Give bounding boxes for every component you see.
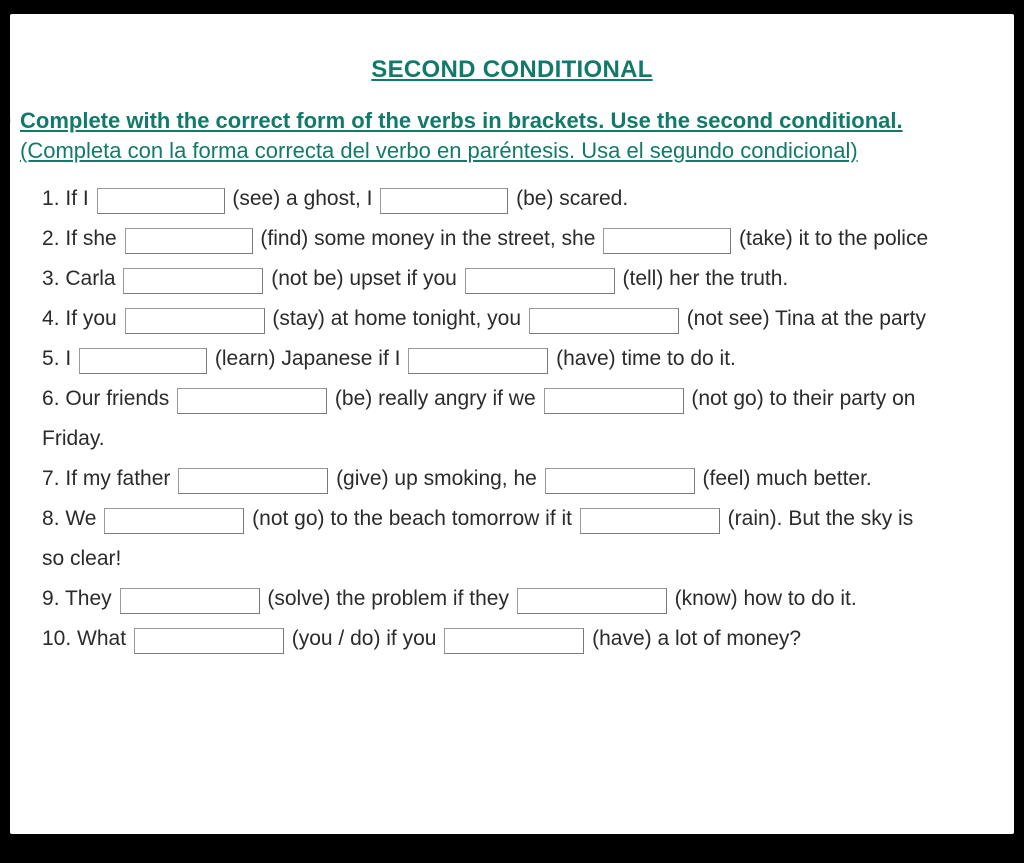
blank-input[interactable] bbox=[104, 508, 244, 534]
blank-input[interactable] bbox=[444, 628, 584, 654]
text: (learn) Japanese if I bbox=[209, 347, 406, 370]
text: What bbox=[77, 627, 132, 650]
blank-input[interactable] bbox=[380, 188, 508, 214]
question-7: If my father (give) up smoking, he (feel… bbox=[38, 459, 1010, 499]
text: (not see) Tina at the party bbox=[681, 307, 926, 330]
text: (not be) upset if you bbox=[265, 267, 462, 290]
blank-input[interactable] bbox=[580, 508, 720, 534]
blank-input[interactable] bbox=[178, 468, 328, 494]
text: (see) a ghost, I bbox=[227, 187, 379, 210]
text: (rain). But the sky is bbox=[722, 507, 913, 530]
blank-input[interactable] bbox=[603, 228, 731, 254]
text: (find) some money in the street, she bbox=[255, 227, 602, 250]
text: (feel) much better. bbox=[697, 467, 872, 490]
page-title: SECOND CONDITIONAL bbox=[10, 56, 1014, 84]
text: (you / do) if you bbox=[286, 627, 442, 650]
text: If I bbox=[65, 187, 94, 210]
text: (be) scared. bbox=[510, 187, 628, 210]
blank-input[interactable] bbox=[545, 468, 695, 494]
question-10: What (you / do) if you (have) a lot of m… bbox=[38, 619, 1010, 659]
blank-input[interactable] bbox=[123, 268, 263, 294]
text: Friday. bbox=[42, 427, 105, 450]
text: (be) really angry if we bbox=[329, 387, 541, 410]
text: (have) a lot of money? bbox=[586, 627, 801, 650]
blank-input[interactable] bbox=[134, 628, 284, 654]
blank-input[interactable] bbox=[408, 348, 548, 374]
blank-input[interactable] bbox=[177, 388, 327, 414]
blank-input[interactable] bbox=[125, 308, 265, 334]
text: If you bbox=[65, 307, 122, 330]
text: (tell) her the truth. bbox=[617, 267, 789, 290]
bullet-icon: ) bbox=[10, 106, 11, 132]
text: (give) up smoking, he bbox=[330, 467, 542, 490]
text: I bbox=[65, 347, 77, 370]
question-3: Carla (not be) upset if you (tell) her t… bbox=[38, 259, 1010, 299]
blank-input[interactable] bbox=[544, 388, 684, 414]
text: (not go) to their party on bbox=[686, 387, 916, 410]
text: (stay) at home tonight, you bbox=[267, 307, 527, 330]
text: If she bbox=[65, 227, 122, 250]
text: If my father bbox=[65, 467, 176, 490]
blank-input[interactable] bbox=[529, 308, 679, 334]
question-1: If I (see) a ghost, I (be) scared. bbox=[38, 179, 1010, 219]
question-6: Our friends (be) really angry if we (not… bbox=[38, 379, 1010, 459]
blank-input[interactable] bbox=[79, 348, 207, 374]
instructions-paren: (Completa con la forma correcta del verb… bbox=[20, 138, 858, 163]
blank-input[interactable] bbox=[517, 588, 667, 614]
text: (have) time to do it. bbox=[550, 347, 736, 370]
blank-input[interactable] bbox=[120, 588, 260, 614]
worksheet-content: SECOND CONDITIONAL ) Complete with the c… bbox=[10, 56, 1014, 659]
text: They bbox=[65, 587, 118, 610]
text: so clear! bbox=[42, 547, 121, 570]
question-9: They (solve) the problem if they (know) … bbox=[38, 579, 1010, 619]
text: (take) it to the police bbox=[733, 227, 928, 250]
blank-input[interactable] bbox=[97, 188, 225, 214]
instructions-text: Complete with the correct form of the ve… bbox=[20, 106, 1006, 165]
question-8: We (not go) to the beach tomorrow if it … bbox=[38, 499, 1010, 579]
blank-input[interactable] bbox=[125, 228, 253, 254]
text: (solve) the problem if they bbox=[262, 587, 515, 610]
question-2: If she (find) some money in the street, … bbox=[38, 219, 1010, 259]
worksheet-page: SECOND CONDITIONAL ) Complete with the c… bbox=[10, 14, 1014, 834]
text: (know) how to do it. bbox=[669, 587, 857, 610]
question-4: If you (stay) at home tonight, you (not … bbox=[38, 299, 1010, 339]
text: Our friends bbox=[65, 387, 175, 410]
questions-list: If I (see) a ghost, I (be) scared. If sh… bbox=[10, 179, 1014, 659]
text: Carla bbox=[65, 267, 121, 290]
text: (not go) to the beach tomorrow if it bbox=[246, 507, 578, 530]
blank-input[interactable] bbox=[465, 268, 615, 294]
question-5: I (learn) Japanese if I (have) time to d… bbox=[38, 339, 1010, 379]
text: We bbox=[65, 507, 102, 530]
instructions-block: ) Complete with the correct form of the … bbox=[10, 106, 1014, 165]
instructions-bold: Complete with the correct form of the ve… bbox=[20, 108, 903, 133]
